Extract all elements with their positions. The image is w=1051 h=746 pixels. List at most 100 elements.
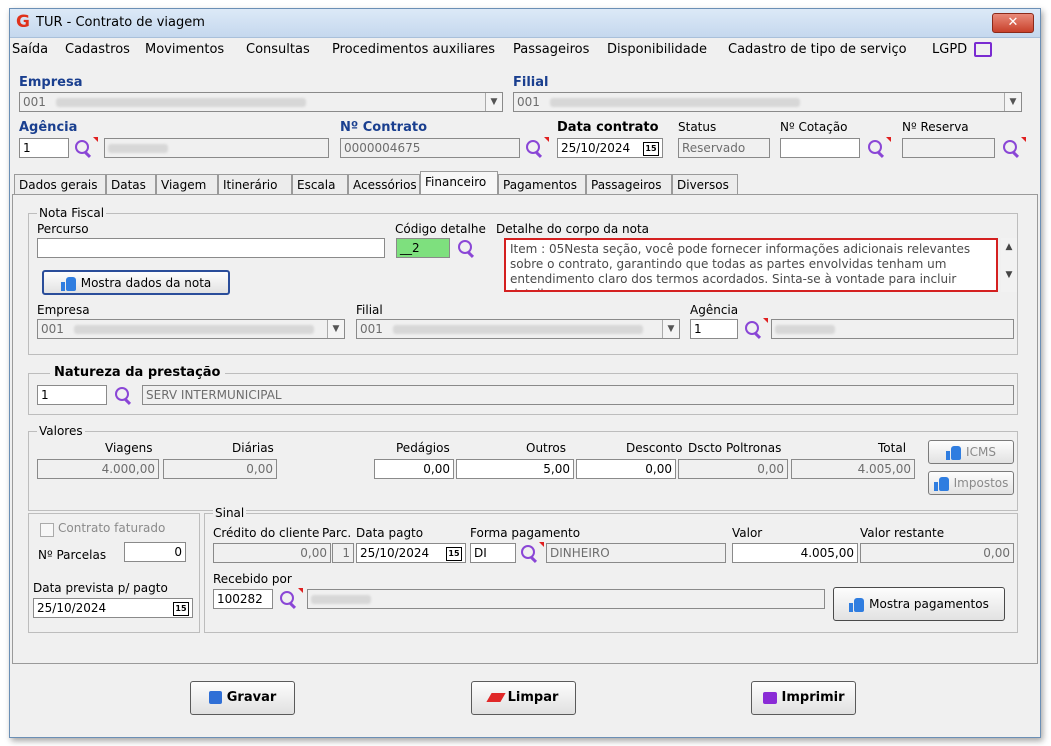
codigo-detalhe-input[interactable]: __2 — [396, 238, 450, 258]
tab-dados-gerais[interactable]: Dados gerais — [14, 174, 106, 194]
mostra-dados-nota-button[interactable]: Mostra dados da nota — [42, 270, 230, 295]
contrato-input[interactable]: 0000004675 — [340, 138, 520, 158]
chevron-down-icon[interactable]: ▼ — [1004, 93, 1021, 111]
data-contrato-label: Data contrato — [557, 120, 659, 135]
nf-empresa-select[interactable]: 001 ▼ — [37, 319, 345, 339]
icms-button[interactable]: ICMS — [928, 440, 1014, 464]
tab-escala[interactable]: Escala — [292, 174, 348, 194]
search-icon[interactable] — [457, 239, 475, 259]
tab-bar: Dados gerais Datas Viagem Itinerário Esc… — [10, 171, 1040, 195]
detalhe-scrollbar[interactable]: ▲ ▼ — [1001, 238, 1017, 292]
close-button[interactable]: ✕ — [992, 13, 1034, 33]
tab-datas[interactable]: Datas — [106, 174, 156, 194]
detalhe-textarea[interactable]: Item : 05Nesta seção, você pode fornecer… — [504, 238, 998, 292]
menu-procedimentos[interactable]: Procedimentos auxiliares — [332, 42, 495, 57]
agencia-code-input[interactable]: 1 — [19, 138, 69, 158]
menu-cadastro-tipo-servico[interactable]: Cadastro de tipo de serviço — [728, 42, 907, 57]
contrato-faturado-checkbox[interactable] — [40, 523, 54, 537]
calendar-icon[interactable]: 15 — [643, 142, 659, 156]
nf-filial-code: 001 — [360, 322, 383, 336]
reserva-input[interactable] — [902, 138, 995, 158]
dscto-poltronas-field: 0,00 — [678, 459, 788, 479]
dscto-poltronas-label: Dscto Poltronas — [688, 441, 782, 455]
required-marker — [763, 318, 768, 323]
search-icon[interactable] — [114, 386, 132, 406]
search-icon[interactable] — [279, 590, 297, 610]
search-icon[interactable] — [1002, 139, 1020, 159]
thumbs-up-icon — [946, 445, 962, 460]
nf-agencia-input[interactable]: 1 — [690, 319, 738, 339]
nf-filial-label: Filial — [356, 303, 383, 317]
tab-pagamentos[interactable]: Pagamentos — [498, 174, 586, 194]
data-contrato-input[interactable]: 25/10/2024 15 — [557, 138, 663, 158]
menu-movimentos[interactable]: Movimentos — [145, 42, 224, 57]
search-icon[interactable] — [520, 544, 538, 564]
required-marker — [298, 588, 303, 593]
chevron-down-icon[interactable]: ▼ — [662, 320, 679, 338]
menu-passageiros[interactable]: Passageiros — [513, 42, 589, 57]
data-pagto-label: Data pagto — [356, 526, 424, 540]
desconto-input[interactable]: 0,00 — [576, 459, 676, 479]
recebido-por-label: Recebido por — [213, 572, 292, 586]
search-icon[interactable] — [525, 139, 543, 159]
menu-saida[interactable]: Saída — [12, 42, 48, 57]
chevron-down-icon[interactable]: ▼ — [327, 320, 344, 338]
nf-empresa-code: 001 — [41, 322, 64, 336]
tab-passageiros[interactable]: Passageiros — [586, 174, 672, 194]
impostos-button[interactable]: Impostos — [928, 471, 1014, 495]
data-pagto-input[interactable]: 25/10/2024 15 — [356, 543, 466, 563]
menu-lgpd[interactable]: LGPD — [932, 42, 967, 57]
limpar-button[interactable]: Limpar — [471, 681, 576, 715]
natureza-code-input[interactable]: 1 — [37, 385, 107, 405]
scroll-up-icon[interactable]: ▲ — [1001, 242, 1017, 252]
parc-label: Parc. — [322, 526, 352, 540]
menu-cadastros[interactable]: Cadastros — [65, 42, 130, 57]
reserva-label: Nº Reserva — [902, 120, 969, 134]
imprimir-button[interactable]: Imprimir — [751, 681, 856, 715]
cotacao-input[interactable] — [780, 138, 860, 158]
save-icon — [208, 691, 222, 704]
valor-input[interactable]: 4.005,00 — [732, 543, 858, 563]
tab-financeiro[interactable]: Financeiro — [420, 171, 498, 195]
recebido-por-name — [307, 589, 825, 609]
tab-viagem[interactable]: Viagem — [156, 174, 218, 194]
gravar-button[interactable]: Gravar — [190, 681, 295, 715]
search-icon[interactable] — [744, 320, 762, 340]
window-title: TUR - Contrato de viagem — [36, 15, 205, 30]
empresa-select[interactable]: 001 ▼ — [19, 92, 503, 112]
menu-disponibilidade[interactable]: Disponibilidade — [607, 42, 707, 57]
detalhe-label: Detalhe do corpo da nota — [496, 222, 650, 236]
search-icon[interactable] — [867, 139, 885, 159]
outros-input[interactable]: 5,00 — [456, 459, 574, 479]
tab-diversos[interactable]: Diversos — [672, 174, 738, 194]
parcelas-input[interactable]: 0 — [124, 542, 186, 562]
percurso-input[interactable] — [37, 238, 385, 258]
calendar-icon[interactable]: 15 — [173, 602, 189, 616]
pedagios-input[interactable]: 0,00 — [374, 459, 454, 479]
required-marker — [886, 137, 891, 142]
contrato-faturado-label: Contrato faturado — [58, 521, 166, 535]
data-prevista-input[interactable]: 25/10/2024 15 — [33, 598, 193, 618]
scroll-down-icon[interactable]: ▼ — [1001, 270, 1017, 280]
required-marker — [544, 137, 549, 142]
calendar-icon[interactable]: 15 — [446, 547, 462, 561]
tab-acessorios[interactable]: Acessórios — [348, 174, 420, 194]
diarias-label: Diárias — [232, 441, 274, 455]
monitor-icon[interactable] — [974, 42, 992, 57]
eraser-icon — [486, 693, 506, 702]
nf-filial-select[interactable]: 001 ▼ — [356, 319, 680, 339]
forma-pagamento-code[interactable]: DI — [470, 543, 516, 563]
agencia-name-redacted — [108, 144, 168, 153]
agencia-label: Agência — [19, 120, 78, 135]
mostra-pagamentos-button[interactable]: Mostra pagamentos — [833, 587, 1005, 621]
search-icon[interactable] — [74, 139, 92, 159]
chevron-down-icon[interactable]: ▼ — [485, 93, 502, 111]
nota-fiscal-title: Nota Fiscal — [37, 206, 107, 220]
tab-itinerario[interactable]: Itinerário — [218, 174, 292, 194]
filial-select[interactable]: 001 ▼ — [513, 92, 1022, 112]
nf-agencia-label: Agência — [690, 303, 739, 317]
viagens-field: 4.000,00 — [37, 459, 159, 479]
recebido-por-input[interactable]: 100282 — [213, 589, 273, 609]
status-field: Reservado — [678, 138, 770, 158]
menu-consultas[interactable]: Consultas — [246, 42, 310, 57]
